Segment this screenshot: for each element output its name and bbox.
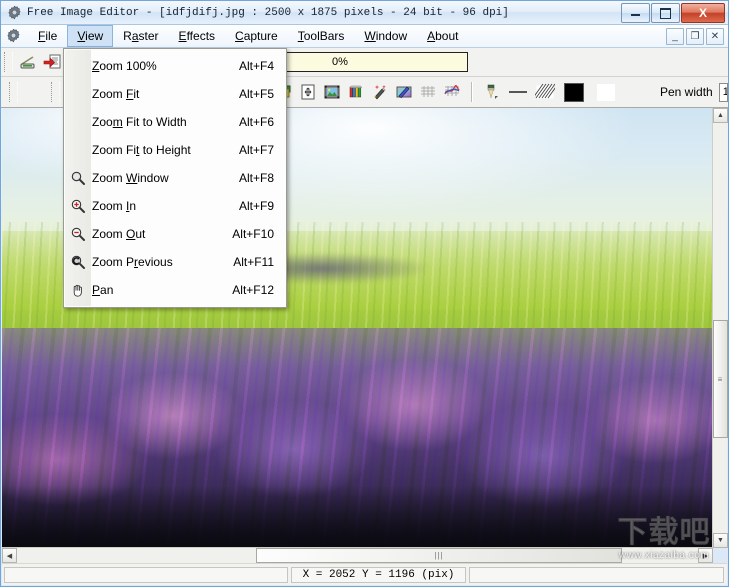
background-color-swatch[interactable] — [596, 82, 616, 102]
image-frame-icon[interactable] — [320, 81, 344, 104]
menu-item-zoom-fit[interactable]: Zoom Fit Alt+F5 — [64, 80, 286, 108]
mdi-minimize-button[interactable]: _ — [666, 28, 684, 45]
magic-wand-icon[interactable] — [368, 81, 392, 104]
toolbar-grip-right[interactable] — [51, 82, 60, 102]
foreground-color-swatch[interactable] — [564, 82, 584, 102]
menu-item-zoom-window[interactable]: Zoom Window Alt+F8 — [64, 164, 286, 192]
document-gear-icon — [6, 28, 22, 44]
menu-item-zoom-100[interactable]: Zoom 100% Alt+F4 — [64, 52, 286, 80]
gradient-icon[interactable] — [392, 81, 416, 104]
view-dropdown-menu[interactable]: Zoom 100% Alt+F4 Zoom Fit Alt+F5 Zoom Fi… — [63, 48, 287, 308]
menu-item-pan[interactable]: Pan Alt+F12 — [64, 276, 286, 304]
accel-zoom-100: Alt+F4 — [238, 59, 274, 73]
scroll-down-button[interactable]: ▼ — [713, 533, 728, 548]
maximize-button[interactable] — [651, 3, 680, 23]
zoom-previous-icon — [64, 254, 92, 270]
line-style-icon[interactable] — [504, 81, 532, 104]
toolbar-grip[interactable] — [4, 52, 13, 72]
menu-view[interactable]: View — [67, 25, 114, 47]
import-image-icon[interactable] — [40, 51, 64, 74]
pan-hand-icon — [64, 282, 92, 298]
menu-bar: File View Raster Effects Capture ToolBar… — [1, 25, 728, 48]
application-window: Free Image Editor - [idfjdifj.jpg : 2500… — [0, 0, 729, 587]
accel-zoom-fit-height: Alt+F7 — [238, 143, 274, 157]
menu-about[interactable]: About — [417, 25, 468, 47]
status-pane-right — [469, 566, 724, 583]
color-palette-icon[interactable] — [344, 81, 368, 104]
toolbar-grip-left[interactable] — [9, 82, 18, 102]
zoom-in-icon — [64, 198, 92, 214]
accel-zoom-fit: Alt+F5 — [238, 87, 274, 101]
scan-icon[interactable] — [16, 51, 40, 74]
hatch-pattern-icon[interactable] — [532, 81, 558, 104]
window-title: Free Image Editor - [idfjdifj.jpg : 2500… — [27, 6, 509, 19]
app-gear-icon — [6, 5, 22, 21]
menu-item-zoom-fit-width[interactable]: Zoom Fit to Width Alt+F6 — [64, 108, 286, 136]
scroll-thumb-grip-h: ||| — [434, 551, 444, 560]
menu-raster[interactable]: Raster — [113, 25, 168, 47]
accel-zoom-fit-width: Alt+F6 — [238, 115, 274, 129]
zoom-window-icon — [64, 170, 92, 186]
scroll-right-button[interactable]: ▶ — [698, 548, 713, 563]
scroll-thumb-grip: ≡ — [717, 374, 724, 384]
grid-icon[interactable] — [416, 81, 440, 104]
horizontal-scrollbar[interactable]: ◀ ||| ▶ — [2, 547, 713, 563]
accel-zoom-window: Alt+F8 — [238, 171, 274, 185]
accel-zoom-in: Alt+F9 — [238, 199, 274, 213]
close-button[interactable]: X — [681, 3, 725, 23]
scroll-up-button[interactable]: ▲ — [713, 108, 728, 123]
status-pane-left — [4, 566, 288, 583]
menu-toolbars[interactable]: ToolBars — [288, 25, 355, 47]
menu-capture[interactable]: Capture — [225, 25, 288, 47]
vertical-scroll-thumb[interactable]: ≡ — [713, 320, 728, 438]
resize-canvas-icon[interactable] — [296, 81, 320, 104]
close-icon: X — [698, 6, 707, 20]
accel-pan: Alt+F12 — [232, 283, 274, 297]
toolbar-separator-2 — [471, 82, 473, 102]
zoom-out-icon — [64, 226, 92, 242]
pen-width-input[interactable]: 1 — [718, 82, 728, 102]
accel-zoom-previous: Alt+F11 — [233, 255, 274, 269]
status-bar: X = 2052 Y = 1196 (pix) — [2, 563, 727, 585]
pen-width-label: Pen width — [660, 85, 713, 99]
menu-file[interactable]: File — [28, 25, 67, 47]
progress-label: 0% — [332, 56, 348, 68]
vertical-scrollbar[interactable]: ▲ ≡ ▼ — [712, 108, 728, 548]
minimize-button[interactable] — [621, 3, 650, 23]
menu-item-zoom-out[interactable]: Zoom Out Alt+F10 — [64, 220, 286, 248]
photo-shadow-foreground — [2, 486, 713, 548]
scroll-left-button[interactable]: ◀ — [2, 548, 17, 563]
mdi-close-button[interactable]: ✕ — [706, 28, 724, 45]
accel-zoom-out: Alt+F10 — [232, 227, 274, 241]
window-controls: X — [621, 3, 725, 23]
title-bar: Free Image Editor - [idfjdifj.jpg : 2500… — [1, 1, 728, 25]
curves-icon[interactable] — [440, 81, 464, 104]
menu-window[interactable]: Window — [354, 25, 417, 47]
menu-item-zoom-previous[interactable]: Zoom Previous Alt+F11 — [64, 248, 286, 276]
horizontal-scroll-thumb[interactable]: ||| — [256, 548, 622, 563]
menu-item-zoom-fit-height[interactable]: Zoom Fit to Height Alt+F7 — [64, 136, 286, 164]
status-pane-coordinates: X = 2052 Y = 1196 (pix) — [291, 566, 466, 583]
mdi-restore-button[interactable]: ❐ — [686, 28, 704, 45]
menu-effects[interactable]: Effects — [169, 25, 225, 47]
brush-icon[interactable] — [480, 81, 504, 104]
menu-item-zoom-in[interactable]: Zoom In Alt+F9 — [64, 192, 286, 220]
mdi-child-controls: _ ❐ ✕ — [666, 28, 724, 45]
